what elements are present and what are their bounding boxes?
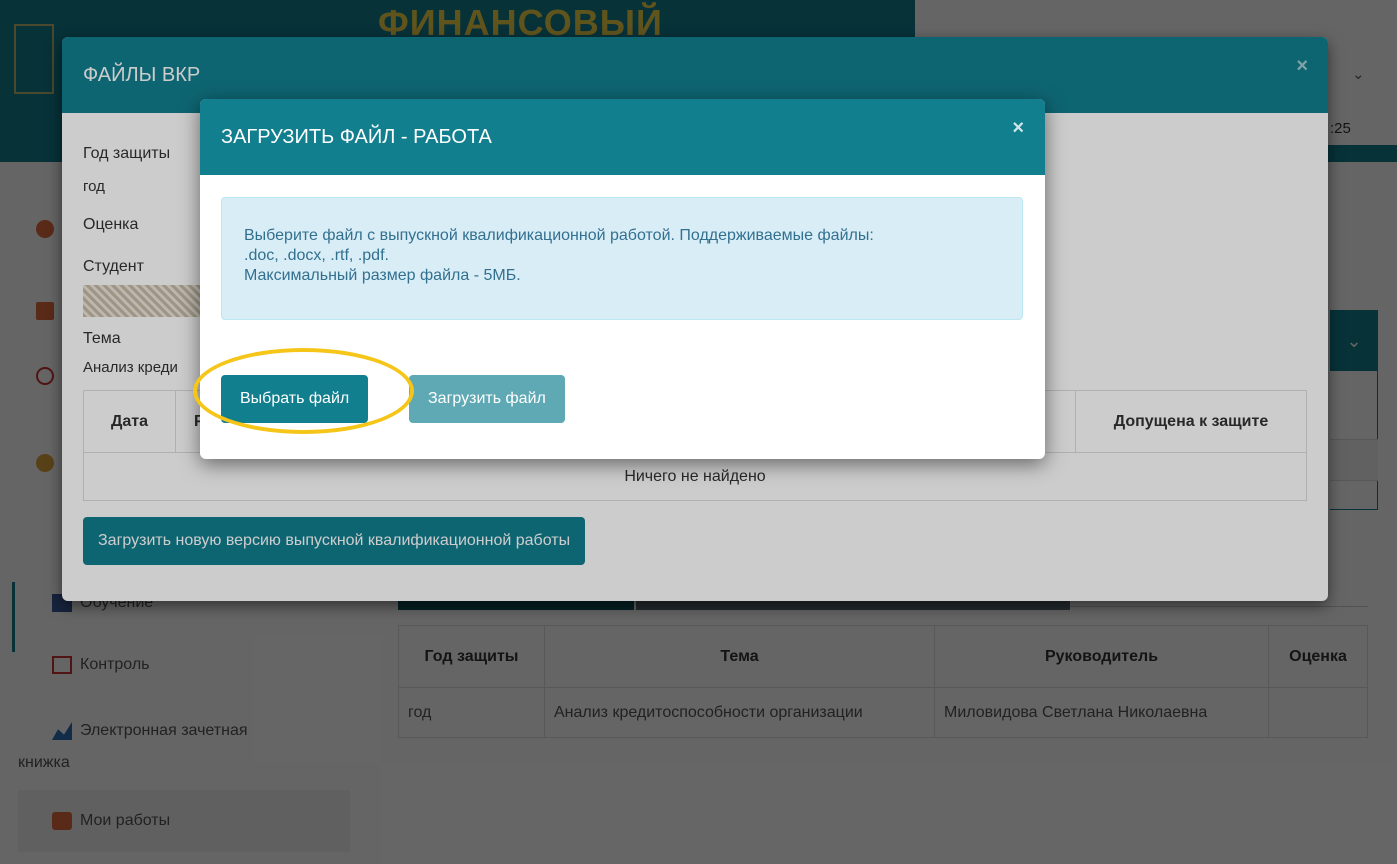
modal-title: ЗАГРУЗИТЬ ФАЙЛ - РАБОТА [221, 125, 492, 148]
info-alert: Выберите файл с выпускной квалификационн… [221, 197, 1023, 320]
select-file-button[interactable]: Выбрать файл [221, 375, 369, 423]
modal-header: ЗАГРУЗИТЬ ФАЙЛ - РАБОТА [200, 99, 1045, 175]
upload-file-button[interactable]: Загрузить файл [409, 375, 565, 423]
upload-modal: ЗАГРУЗИТЬ ФАЙЛ - РАБОТА × Выберите файл … [200, 99, 1045, 459]
close-icon[interactable]: × [1012, 117, 1024, 140]
